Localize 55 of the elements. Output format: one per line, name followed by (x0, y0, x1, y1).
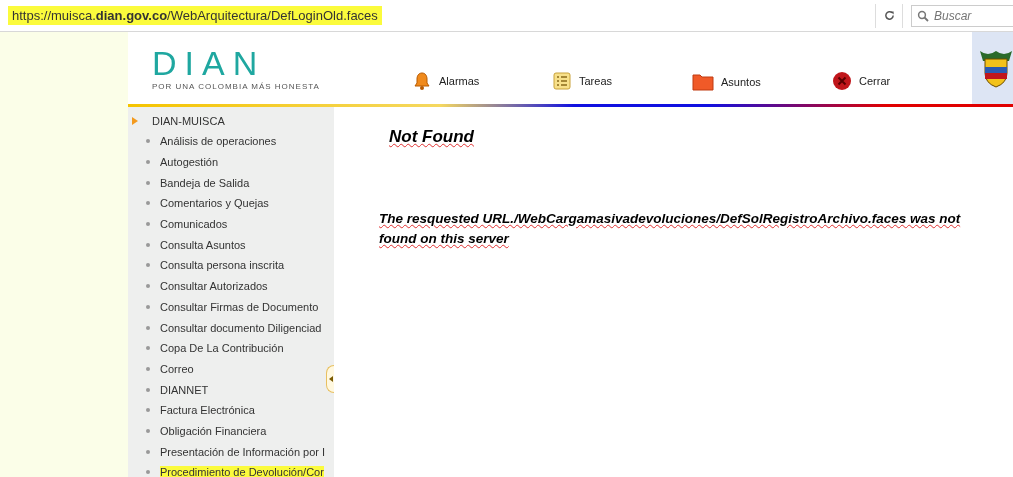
bullet-icon (146, 284, 150, 289)
logo-wordmark: DIAN (152, 45, 267, 80)
menu-item[interactable]: Consulta persona inscrita (160, 259, 285, 272)
menu-item[interactable]: Procedimiento de Devolución/Cor (160, 466, 324, 477)
tree-root[interactable]: DIAN-MUISCA (128, 111, 334, 131)
menu-item[interactable]: Bandeja de Salida (160, 176, 250, 189)
bullet-icon (146, 263, 150, 268)
collapse-handle[interactable] (326, 365, 334, 393)
address-field[interactable]: https://muisca.dian.gov.co/WebArquitectura/DefLoginOld.faces (8, 6, 382, 25)
menu-item[interactable]: Comunicados (160, 218, 228, 231)
menu-item[interactable]: Copa De La Contribución (160, 342, 284, 355)
bullet-icon (146, 346, 150, 351)
bullet-icon (146, 201, 150, 206)
reload-button[interactable] (875, 3, 903, 28)
arrow-icon (132, 117, 138, 125)
error-title: Not Found (389, 127, 475, 147)
bullet-icon (146, 428, 150, 433)
menu-item[interactable]: Consultar documento Diligenciad (160, 321, 322, 334)
nav-link[interactable]: Cerrar (832, 71, 972, 91)
menu-item[interactable]: Obligación Financiera (160, 424, 267, 437)
bullet-icon (146, 449, 150, 454)
menu-item[interactable]: DIANNET (160, 383, 209, 396)
menu-item[interactable]: Autogestión (160, 156, 219, 169)
bullet-icon (146, 366, 150, 371)
bullet-icon (146, 180, 150, 185)
bullet-icon (146, 222, 150, 227)
nav-link[interactable]: Asuntos (692, 73, 832, 91)
nav-link[interactable]: Alarmas (412, 71, 552, 91)
menu-item[interactable]: Consultar Firmas de Documento (160, 300, 319, 313)
menu-item[interactable]: Consultar Autorizados (160, 280, 268, 293)
menu-item[interactable]: Consulta Asuntos (160, 238, 246, 251)
bullet-icon (146, 408, 150, 413)
arrow-icon (328, 376, 333, 382)
bullet-icon (146, 387, 150, 392)
menu-item[interactable]: Correo (160, 362, 194, 375)
checklist-icon (552, 71, 572, 91)
close-icon (832, 71, 852, 91)
logo-tagline: POR UNA COLOMBIA MÁS HONESTA (152, 81, 321, 91)
bell-icon (412, 71, 432, 91)
bullet-icon (146, 139, 150, 144)
error-message: The resquested URL./WebCargamasivadevoluciones/DefSolRegistroArchivo.faces was not found on this server (379, 210, 962, 248)
menu-item[interactable]: Comentarios y Quejas (160, 197, 269, 210)
bullet-icon (146, 470, 150, 475)
menu-item[interactable]: Análisis de operaciones (160, 135, 277, 148)
search-icon (917, 9, 929, 22)
menu-item[interactable]: Factura Electrónica (160, 404, 255, 417)
search-field[interactable]: Buscar (911, 4, 1013, 27)
bullet-icon (146, 304, 150, 309)
bullet-icon (146, 325, 150, 330)
bullet-icon (146, 160, 150, 165)
folder-icon (692, 73, 714, 91)
menu-item[interactable]: Presentación de Información por I (160, 445, 326, 458)
nav-link[interactable]: Tareas (552, 71, 692, 91)
bullet-icon (146, 242, 150, 247)
reload-icon (883, 10, 895, 21)
